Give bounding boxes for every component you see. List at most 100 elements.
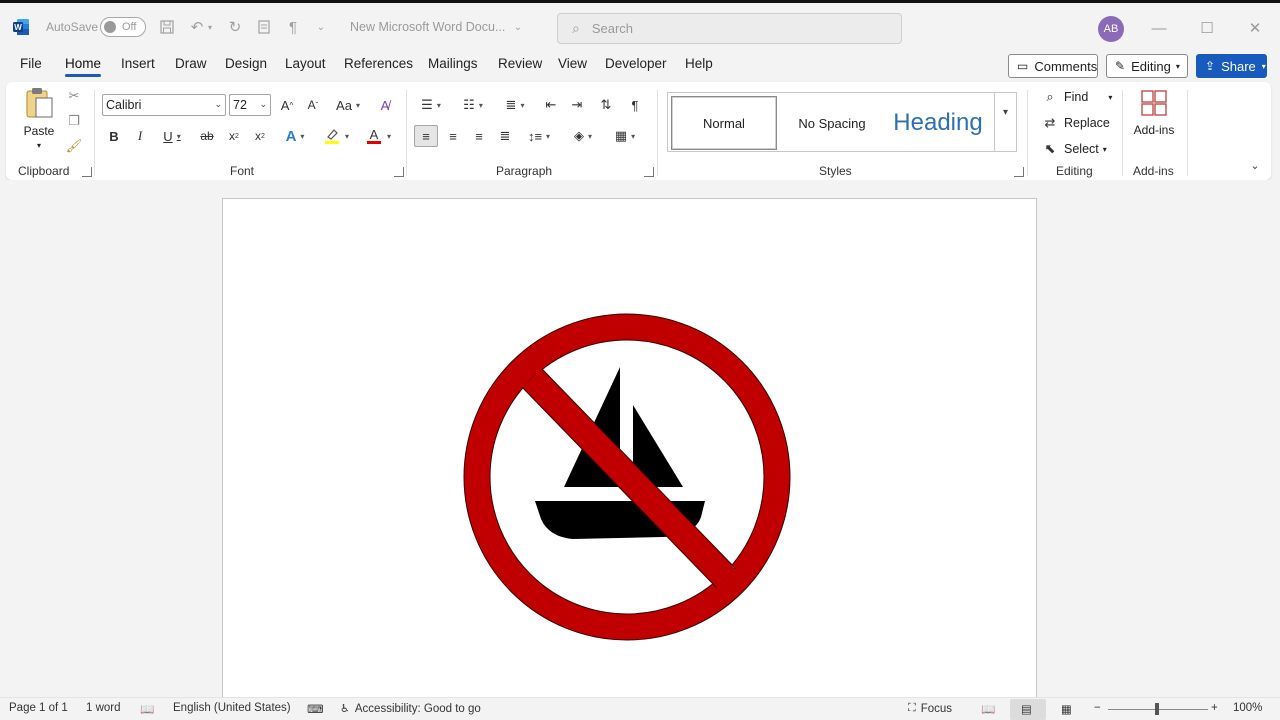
show-formatting-icon[interactable]: ¶ — [624, 94, 646, 116]
text-predictions-icon[interactable]: ⌨ — [307, 702, 324, 716]
share-button[interactable]: ⇪ Share ▾ — [1196, 54, 1267, 78]
new-document-icon[interactable] — [253, 17, 275, 37]
zoom-out-icon[interactable]: − — [1094, 702, 1101, 714]
style-normal[interactable]: Normal — [671, 96, 777, 150]
multilevel-list-icon[interactable]: ≣ ▾ — [498, 94, 532, 116]
page-count[interactable]: Page 1 of 1 — [9, 702, 68, 714]
editing-mode-button[interactable]: ✎ Editing ▾ — [1106, 54, 1188, 78]
text-effects-icon[interactable]: A ▾ — [278, 125, 312, 147]
user-avatar[interactable]: AB — [1098, 16, 1124, 42]
zoom-level[interactable]: 100% — [1233, 702, 1262, 714]
italic-icon[interactable]: I — [130, 125, 150, 147]
style-heading[interactable]: Heading — [886, 96, 990, 150]
web-layout-icon[interactable]: ▦ — [1061, 702, 1072, 716]
comments-button[interactable]: ▭ Comments — [1008, 54, 1098, 78]
align-right-icon[interactable]: ≡ — [468, 125, 490, 147]
language-status[interactable]: English (United States) — [173, 702, 291, 714]
tab-developer[interactable]: Developer — [605, 56, 667, 71]
replace-button[interactable]: ⇄ Replace — [1041, 112, 1110, 134]
paste-icon[interactable] — [20, 86, 58, 120]
title-chevron-down-icon[interactable]: ⌄ — [507, 17, 529, 37]
customize-toolbar-icon[interactable]: ⌄ — [310, 17, 332, 37]
style-no-spacing[interactable]: No Spacing — [780, 96, 884, 150]
sort-icon[interactable]: ⇅ — [595, 94, 617, 116]
borders-icon[interactable]: ▦ ▾ — [608, 125, 642, 147]
print-layout-icon[interactable]: ▤ — [1021, 702, 1032, 716]
zoom-slider-thumb[interactable] — [1155, 703, 1159, 715]
font-launcher-icon[interactable] — [394, 167, 404, 177]
zoom-in-icon[interactable]: + — [1211, 702, 1218, 714]
tab-view[interactable]: View — [558, 56, 587, 71]
font-family-select[interactable]: Calibri ⌄ — [102, 94, 226, 116]
format-painter-icon[interactable]: 🖌 — [66, 138, 83, 154]
numbering-icon[interactable]: ☷ ▾ — [456, 94, 490, 116]
maximize-icon[interactable]: ☐ — [1192, 15, 1222, 41]
minimize-icon[interactable]: — — [1144, 15, 1174, 41]
select-button[interactable]: ⬉ Select ▾ — [1041, 138, 1107, 160]
highlight-color-button[interactable]: ▾ — [318, 125, 354, 147]
font-color-button[interactable]: A ▾ — [360, 125, 396, 147]
tab-draw[interactable]: Draw — [175, 56, 207, 71]
superscript-icon[interactable]: x2 — [250, 125, 270, 147]
cut-icon[interactable]: ✂ — [66, 88, 82, 104]
tab-review[interactable]: Review — [498, 56, 542, 71]
tab-mailings[interactable]: Mailings — [428, 56, 478, 71]
align-left-icon[interactable]: ≡ — [414, 125, 438, 147]
word-logo-icon: W — [12, 18, 30, 36]
save-icon[interactable] — [156, 17, 178, 37]
font-size-select[interactable]: 72 ⌄ — [229, 94, 271, 116]
autosave-state: Off — [122, 21, 137, 33]
read-mode-icon[interactable]: 📖 — [981, 702, 995, 716]
document-title[interactable]: New Microsoft Word Docu... — [350, 17, 505, 37]
tab-help[interactable]: Help — [685, 56, 713, 71]
styles-more-icon[interactable]: ▾ — [994, 93, 1016, 151]
find-button[interactable]: ⌕ Find ▾ — [1041, 86, 1112, 108]
align-center-icon[interactable]: ≡ — [442, 125, 464, 147]
strikethrough-icon[interactable]: ab — [196, 125, 218, 147]
tab-file[interactable]: File — [20, 56, 42, 71]
bold-icon[interactable]: B — [104, 125, 124, 147]
close-icon[interactable]: ✕ — [1240, 15, 1270, 41]
change-case-button[interactable]: Aa ▾ — [330, 94, 366, 116]
paste-label[interactable]: Paste — [16, 124, 62, 138]
underline-icon[interactable]: U ▾ — [156, 125, 188, 147]
word-count[interactable]: 1 word — [86, 702, 121, 714]
add-ins-icon[interactable] — [1139, 88, 1169, 118]
paste-dropdown-icon[interactable]: ▾ — [32, 140, 46, 150]
add-ins-button-label[interactable]: Add-ins — [1130, 122, 1178, 138]
tab-insert[interactable]: Insert — [121, 56, 155, 71]
undo-dropdown-icon[interactable]: ▾ — [204, 17, 216, 37]
tab-design[interactable]: Design — [225, 56, 267, 71]
no-sailing-sign-image[interactable] — [463, 313, 791, 641]
tab-references[interactable]: References — [344, 56, 413, 71]
styles-launcher-icon[interactable] — [1014, 167, 1024, 177]
shrink-font-icon[interactable]: Aˇ — [302, 94, 324, 116]
select-chevron-icon: ▾ — [1102, 144, 1107, 154]
tab-home[interactable]: Home — [65, 56, 102, 77]
accessibility-status[interactable]: ♿ Accessibility: Good to go — [340, 702, 481, 716]
paragraph-mark-icon[interactable]: ¶ — [282, 17, 304, 37]
clipboard-launcher-icon[interactable] — [82, 167, 92, 177]
clear-formatting-icon[interactable]: A̸ — [374, 94, 396, 116]
decrease-indent-icon[interactable]: ⇤ — [540, 94, 562, 116]
share-icon: ⇪ — [1205, 59, 1216, 73]
grow-font-icon[interactable]: A ^ — [276, 94, 298, 116]
proofing-icon[interactable]: 📖 — [140, 702, 154, 716]
tab-layout[interactable]: Layout — [285, 56, 326, 71]
increase-indent-icon[interactable]: ⇥ — [566, 94, 588, 116]
shading-icon[interactable]: ◈ ▾ — [566, 125, 600, 147]
autosave-label: AutoSave — [46, 20, 99, 34]
search-box[interactable]: ⌕ Search — [557, 13, 902, 44]
select-label: Select — [1064, 142, 1099, 156]
redo-icon[interactable]: ↻ — [224, 17, 246, 37]
line-spacing-icon[interactable]: ↕≡ ▾ — [522, 125, 556, 147]
paragraph-launcher-icon[interactable] — [644, 167, 654, 177]
copy-icon[interactable]: ❐ — [66, 113, 82, 129]
autosave-toggle[interactable]: Off — [100, 17, 146, 37]
justify-icon[interactable]: ≣ — [494, 125, 516, 147]
bullets-icon[interactable]: ☰ ▾ — [414, 94, 448, 116]
replace-icon: ⇄ — [1044, 115, 1056, 130]
focus-button[interactable]: ⛶ Focus — [908, 702, 952, 715]
subscript-icon[interactable]: x2 — [224, 125, 244, 147]
ribbon-collapse-chevron-icon[interactable]: ⌄ — [1246, 158, 1264, 172]
